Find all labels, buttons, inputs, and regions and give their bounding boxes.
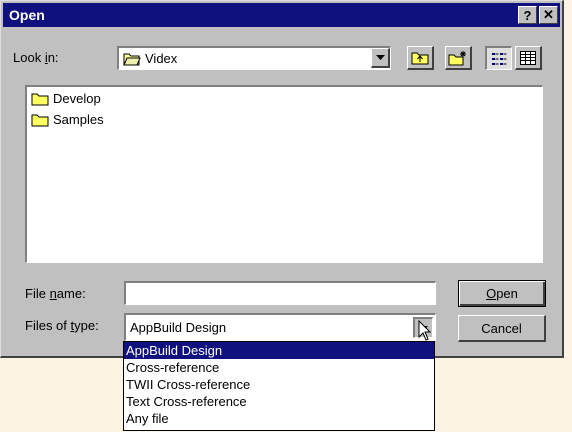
file-type-label: Files of type: [25,318,99,333]
mouse-pointer-icon [418,320,432,341]
details-view-icon [520,50,536,65]
file-type-option-any-file[interactable]: Any file [124,410,434,427]
help-button[interactable]: ? [518,6,537,24]
file-type-combo[interactable]: AppBuild Design [124,313,436,341]
file-type-option-appbuild-design[interactable]: AppBuild Design [124,342,434,359]
look-in-combo[interactable]: Videx [117,46,391,70]
file-name-field[interactable] [124,281,436,305]
file-type-option-text-cross-reference[interactable]: Text Cross-reference [124,393,434,410]
open-dialog: Open ? ✕ Look in: Videx Develop Samples … [0,0,564,358]
look-in-value: Videx [145,51,178,66]
folder-icon [31,93,49,105]
up-one-level-button[interactable] [407,46,434,70]
file-type-option-twii-cross-reference[interactable]: TWII Cross-reference [124,376,434,393]
chevron-down-icon [375,55,385,60]
look-in-dropdown-button[interactable] [371,48,390,68]
title-bar[interactable]: Open ? ✕ [3,3,560,27]
file-name-label: File name: [25,286,86,301]
details-view-button[interactable] [515,46,542,70]
list-item-label: Develop [53,91,101,106]
file-type-value: AppBuild Design [130,320,227,335]
up-one-level-icon [411,52,429,64]
list-item-label: Samples [53,112,104,127]
close-button[interactable]: ✕ [539,6,558,24]
create-new-folder-button[interactable] [445,46,472,70]
help-icon: ? [523,7,532,23]
cancel-button-label: Cancel [481,320,522,336]
file-list[interactable]: Develop Samples [25,85,543,263]
cancel-button[interactable]: Cancel [458,315,546,342]
file-type-option-cross-reference[interactable]: Cross-reference [124,359,434,376]
file-type-options-list[interactable]: AppBuild Design Cross-reference TWII Cro… [123,341,435,431]
list-view-button[interactable] [485,46,512,70]
window-title: Open [9,7,45,23]
look-in-label: Look in: [13,50,59,65]
folder-open-icon [123,52,141,66]
create-new-folder-icon [448,50,466,65]
close-icon: ✕ [543,7,554,22]
list-item[interactable]: Develop [31,91,101,106]
list-view-icon [492,52,507,65]
list-item[interactable]: Samples [31,112,104,127]
folder-icon [31,114,49,126]
open-button-label: Open [486,286,518,301]
open-button[interactable]: Open [458,280,546,307]
